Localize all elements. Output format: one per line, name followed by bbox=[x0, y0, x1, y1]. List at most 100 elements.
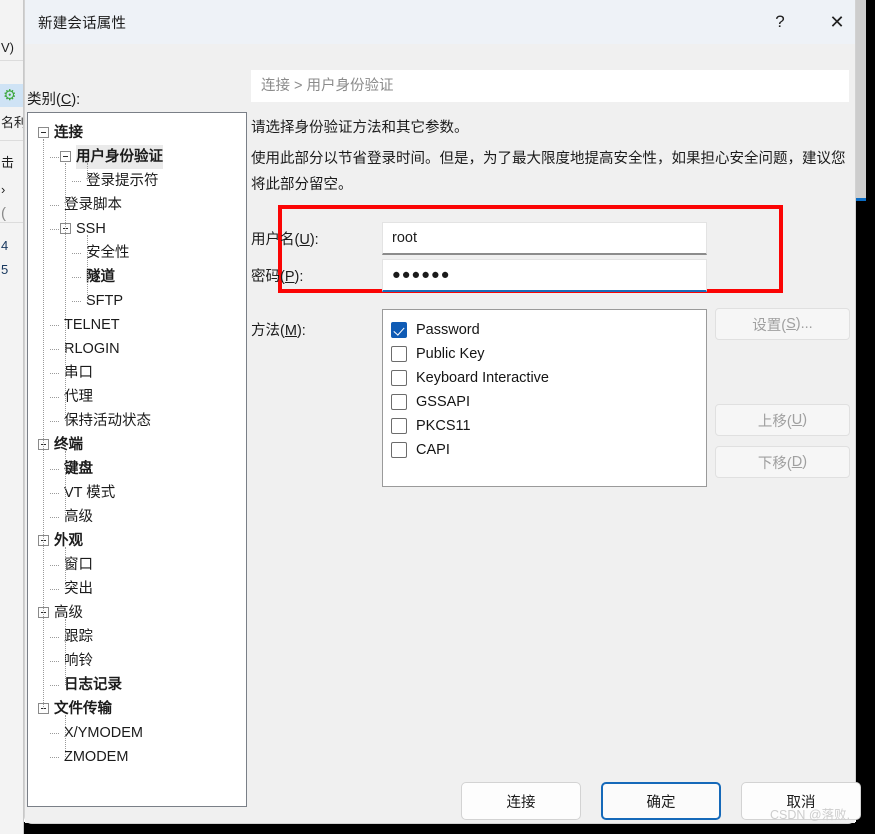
tree-expander-icon[interactable] bbox=[38, 127, 49, 138]
method-option-label: Public Key bbox=[416, 346, 485, 362]
tree-item[interactable]: 跟踪 bbox=[64, 625, 93, 649]
tree-item-label: 终端 bbox=[54, 437, 83, 453]
tree-item[interactable]: 保持活动状态 bbox=[64, 409, 151, 433]
checkbox-unchecked-icon[interactable] bbox=[391, 442, 407, 458]
tree-spine bbox=[65, 547, 66, 589]
tree-expander-icon[interactable] bbox=[60, 151, 71, 162]
tree-item-label: 登录提示符 bbox=[86, 173, 159, 189]
tree-item[interactable]: 键盘 bbox=[64, 457, 93, 481]
checkbox-unchecked-icon[interactable] bbox=[391, 394, 407, 410]
category-tree[interactable]: 连接用户身份验证 登录提示符登录脚本 SSH 安全性 隧道 SFTP TELNET RLOGI… bbox=[27, 112, 247, 807]
tree-item[interactable]: 高级 bbox=[64, 505, 93, 529]
tree-item[interactable]: X/YMODEM bbox=[64, 721, 143, 745]
tree-connector bbox=[50, 157, 59, 158]
screen: ⚙ V) 名利 击 › ( 4 5 新建会话属性 ? ✕ 类别(C): 连接用户… bbox=[0, 0, 875, 834]
method-option-label: Password bbox=[416, 322, 480, 338]
tree-connector bbox=[50, 685, 59, 686]
checkbox-unchecked-icon[interactable] bbox=[391, 370, 407, 386]
help-icon[interactable]: ? bbox=[757, 0, 803, 44]
ok-button[interactable]: 确定 bbox=[601, 782, 721, 820]
checkbox-unchecked-icon[interactable] bbox=[391, 418, 407, 434]
tree-item[interactable]: 连接 bbox=[54, 121, 83, 145]
tree-item[interactable]: SSH bbox=[76, 217, 106, 241]
tree-item[interactable]: 安全性 bbox=[86, 241, 130, 265]
pane-description-line1: 请选择身份验证方法和其它参数。 bbox=[251, 120, 469, 136]
tree-item[interactable]: ZMODEM bbox=[64, 745, 128, 769]
tree-connector bbox=[72, 181, 81, 182]
method-option-label: GSSAPI bbox=[416, 394, 470, 410]
tree-connector bbox=[50, 661, 59, 662]
method-option[interactable]: Password bbox=[391, 318, 691, 342]
tree-item-label: 连接 bbox=[54, 125, 83, 141]
settings-button-key: S bbox=[786, 316, 796, 332]
method-option[interactable]: CAPI bbox=[391, 438, 691, 462]
tree-item-label: 突出 bbox=[64, 581, 93, 597]
tree-item[interactable]: VT 模式 bbox=[64, 481, 115, 505]
username-label: 用户名(U): bbox=[251, 228, 319, 249]
move-up-button-key: U bbox=[791, 412, 803, 428]
tree-item[interactable]: 代理 bbox=[64, 385, 93, 409]
close-icon[interactable]: ✕ bbox=[814, 0, 860, 44]
tree-item-label: TELNET bbox=[64, 317, 120, 333]
tree-spine bbox=[87, 163, 88, 181]
tree-item[interactable]: 响铃 bbox=[64, 649, 93, 673]
tree-item[interactable]: TELNET bbox=[64, 313, 120, 337]
tree-connector bbox=[50, 493, 59, 494]
tree-item[interactable]: 终端 bbox=[54, 433, 83, 457]
settings-button[interactable]: 设置(S)... bbox=[715, 308, 850, 340]
background-text-row: 5 bbox=[1, 262, 9, 277]
move-down-button[interactable]: 下移(D) bbox=[715, 446, 850, 478]
divider bbox=[0, 222, 23, 223]
move-up-button[interactable]: 上移(U) bbox=[715, 404, 850, 436]
tree-item[interactable]: 文件传输 bbox=[54, 697, 112, 721]
method-label-prefix: 方法( bbox=[251, 323, 285, 339]
tree-connector bbox=[50, 517, 59, 518]
tree-item[interactable]: 串口 bbox=[64, 361, 93, 385]
tree-item-label: 保持活动状态 bbox=[64, 413, 151, 429]
password-input[interactable]: ●●●●●● bbox=[382, 259, 707, 292]
method-option-label: Keyboard Interactive bbox=[416, 370, 549, 386]
tree-spine bbox=[87, 235, 88, 301]
method-option[interactable]: GSSAPI bbox=[391, 390, 691, 414]
method-option[interactable]: Keyboard Interactive bbox=[391, 366, 691, 390]
tree-item[interactable]: 高级 bbox=[54, 601, 83, 625]
tree-item[interactable]: 隧道 bbox=[86, 265, 115, 289]
background-text-row: › bbox=[1, 182, 6, 197]
tree-item[interactable]: 外观 bbox=[54, 529, 83, 553]
tree-item-label: 用户身份验证 bbox=[76, 149, 163, 165]
password-label: 密码(P): bbox=[251, 265, 303, 286]
tree-item[interactable]: 日志记录 bbox=[64, 673, 122, 697]
session-properties-dialog: 新建会话属性 ? ✕ 类别(C): 连接 用户身份验证 登录提示符 登录脚本 SSH 安全… bbox=[24, 0, 861, 824]
move-down-button-key: D bbox=[791, 454, 803, 470]
tree-item-label: RLOGIN bbox=[64, 341, 120, 357]
tree-spine bbox=[65, 163, 66, 421]
checkbox-checked-icon[interactable] bbox=[391, 322, 407, 338]
tree-item-label: SSH bbox=[76, 221, 106, 237]
tree-item-label: 窗口 bbox=[64, 557, 93, 573]
tree-item-label: 键盘 bbox=[64, 461, 93, 477]
tree-connector bbox=[72, 277, 81, 278]
method-option[interactable]: PKCS11 bbox=[391, 414, 691, 438]
password-label-suffix: ): bbox=[294, 269, 304, 285]
method-option-label: PKCS11 bbox=[416, 418, 471, 434]
connect-button[interactable]: 连接 bbox=[461, 782, 581, 820]
tree-item[interactable]: 突出 bbox=[64, 577, 93, 601]
tree-item[interactable]: 登录提示符 bbox=[86, 169, 159, 193]
tree-item-label: 高级 bbox=[64, 509, 93, 525]
tree-item-label: 响铃 bbox=[64, 653, 93, 669]
tree-item[interactable]: SFTP bbox=[86, 289, 123, 313]
method-option[interactable]: Public Key bbox=[391, 342, 691, 366]
username-input[interactable]: root bbox=[382, 222, 707, 255]
move-down-button-suffix: ) bbox=[802, 454, 808, 470]
tree-item-label: 高级 bbox=[54, 605, 83, 621]
tree-item[interactable]: RLOGIN bbox=[64, 337, 120, 361]
tree-item[interactable]: 用户身份验证 bbox=[76, 145, 163, 169]
tree-connector bbox=[50, 205, 59, 206]
checkbox-unchecked-icon[interactable] bbox=[391, 346, 407, 362]
tree-item[interactable]: 登录脚本 bbox=[64, 193, 122, 217]
settings-button-prefix: 设置( bbox=[752, 317, 787, 334]
method-listbox[interactable]: Password Public Key Keyboard Interactive GS… bbox=[382, 309, 707, 487]
category-label: 类别(C): bbox=[27, 88, 80, 109]
tree-item[interactable]: 窗口 bbox=[64, 553, 93, 577]
move-down-button-prefix: 下移( bbox=[757, 455, 792, 472]
